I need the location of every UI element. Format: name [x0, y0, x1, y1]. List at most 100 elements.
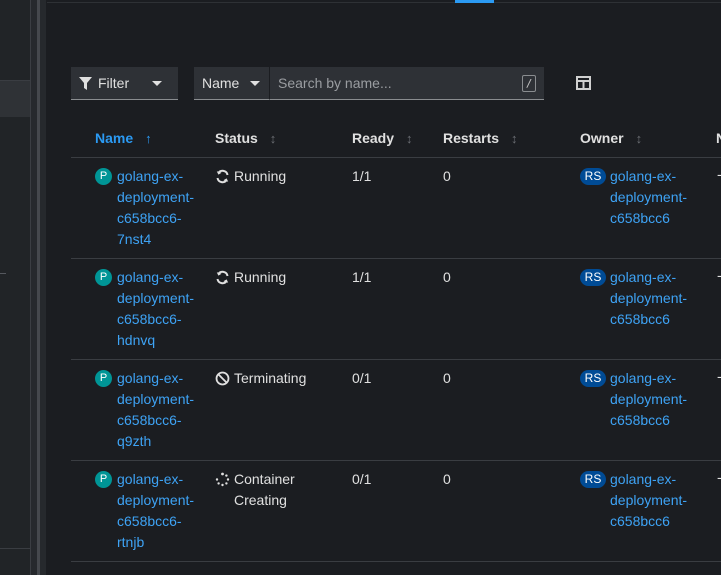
owner-name-line: c658bcc6	[610, 311, 670, 327]
status-line: Running	[234, 269, 287, 285]
status-line: Terminating	[234, 370, 307, 386]
manage-columns-icon[interactable]	[576, 76, 591, 90]
next-column-value: -	[717, 267, 721, 283]
caret-down-icon	[152, 80, 162, 86]
owner-link[interactable]: golang-ex-deployment-c658bcc6	[610, 267, 687, 330]
nav-tick	[0, 273, 6, 274]
owner-name-line: c658bcc6	[610, 513, 670, 529]
left-nav-panel	[0, 0, 30, 575]
ready-count: 1/1	[352, 168, 372, 184]
search-box: /	[269, 67, 544, 100]
spinner-icon	[215, 472, 230, 487]
pod-name-link[interactable]: golang-ex-deployment-c658bcc6- 7nst4	[117, 166, 194, 250]
panel-resize-handle[interactable]	[30, 0, 46, 575]
owner-name-line: golang-ex-	[610, 269, 677, 285]
active-tab-indicator	[455, 0, 494, 3]
pod-name-link[interactable]: golang-ex-deployment-c658bcc6- hdnvq	[117, 267, 194, 351]
column-header-next[interactable]: N	[716, 130, 721, 146]
next-column-value: -	[717, 469, 721, 485]
filter-dropdown-button[interactable]: Filter	[71, 67, 178, 100]
sort-icon: ↕	[511, 130, 518, 146]
pod-name-link[interactable]: golang-ex-deployment-c658bcc6- rtnjb	[117, 469, 194, 553]
nav-selected-item[interactable]	[0, 81, 30, 117]
status-text: Container Creating	[234, 469, 295, 511]
pod-name-line: hdnvq	[117, 332, 156, 348]
owner-link[interactable]: golang-ex-deployment-c658bcc6	[610, 469, 687, 532]
main-content: Filter Name / Name ↑ Status ↕ Ready ↕ Re…	[47, 0, 721, 575]
pod-name-line: c658bcc6-	[117, 513, 182, 529]
status-line: Creating	[234, 492, 287, 508]
sort-icon: ↕	[635, 130, 643, 146]
pod-name-line: deployment-	[117, 290, 195, 306]
column-header-owner[interactable]: Owner ↕	[580, 130, 642, 146]
pod-resource-badge: P	[95, 168, 112, 185]
restart-count: 0	[443, 168, 451, 184]
filter-label: Filter	[98, 75, 130, 91]
filter-icon	[79, 76, 92, 90]
restart-count: 0	[443, 269, 451, 285]
restart-count: 0	[443, 370, 451, 386]
owner-name-line: deployment-	[610, 492, 688, 508]
owner-name-line: deployment-	[610, 391, 688, 407]
replicaset-resource-badge: RS	[580, 370, 606, 387]
owner-name-line: deployment-	[610, 189, 688, 205]
pod-name-line: golang-ex-	[117, 168, 184, 184]
sort-ascending-icon: ↑	[145, 130, 152, 146]
row-divider	[71, 258, 721, 259]
pod-resource-badge: P	[95, 269, 112, 286]
ban-icon	[215, 371, 230, 386]
status-text: Terminating	[234, 368, 306, 389]
tab-bar	[47, 0, 721, 3]
pod-resource-badge: P	[95, 471, 112, 488]
row-divider	[71, 561, 721, 562]
column-header-status[interactable]: Status ↕	[215, 130, 276, 146]
keyboard-shortcut-hint: /	[522, 75, 536, 92]
status-text: Running	[234, 267, 286, 288]
caret-down-icon	[250, 80, 260, 86]
column-header-label: Name	[95, 130, 134, 146]
owner-name-line: c658bcc6	[610, 210, 670, 226]
column-header-name[interactable]: Name ↑	[95, 130, 152, 146]
filter-attribute-value: Name	[202, 75, 240, 91]
pod-name-line: deployment-	[117, 391, 195, 407]
column-header-label: N	[716, 130, 721, 146]
pod-name-line: c658bcc6-	[117, 311, 182, 327]
next-column-value: -	[717, 166, 721, 182]
sync-icon	[215, 169, 230, 184]
ready-count: 0/1	[352, 370, 372, 386]
owner-link[interactable]: golang-ex-deployment-c658bcc6	[610, 166, 687, 229]
owner-name-line: deployment-	[610, 290, 688, 306]
resize-grip[interactable]	[37, 0, 40, 575]
column-header-ready[interactable]: Ready ↕	[352, 130, 413, 146]
filter-attribute-select[interactable]: Name	[194, 67, 269, 100]
status-line: Container	[234, 471, 295, 487]
owner-name-line: c658bcc6	[610, 412, 670, 428]
row-divider	[71, 359, 721, 360]
row-divider	[71, 460, 721, 461]
header-divider	[71, 157, 721, 158]
nav-divider	[0, 548, 30, 549]
pod-resource-badge: P	[95, 370, 112, 387]
pod-name-line: golang-ex-	[117, 269, 184, 285]
column-header-label: Owner	[580, 130, 624, 146]
owner-link[interactable]: golang-ex-deployment-c658bcc6	[610, 368, 687, 431]
pod-name-line: rtnjb	[117, 534, 145, 550]
pod-name-link[interactable]: golang-ex-deployment-c658bcc6- q9zth	[117, 368, 194, 452]
sync-icon	[215, 270, 230, 285]
column-header-label: Status	[215, 130, 258, 146]
sort-icon: ↕	[406, 130, 413, 146]
pod-name-line: c658bcc6-	[117, 412, 182, 428]
column-header-restarts[interactable]: Restarts ↕	[443, 130, 518, 146]
pod-name-line: q9zth	[117, 433, 152, 449]
pod-name-line: c658bcc6-	[117, 210, 182, 226]
search-input[interactable]	[270, 75, 510, 91]
status-line: Running	[234, 168, 287, 184]
replicaset-resource-badge: RS	[580, 269, 606, 286]
column-header-label: Restarts	[443, 130, 500, 146]
toolbar: Filter Name /	[71, 67, 544, 100]
ready-count: 0/1	[352, 471, 372, 487]
pod-name-line: deployment-	[117, 492, 195, 508]
next-column-value: -	[717, 368, 721, 384]
pod-name-line: deployment-	[117, 189, 195, 205]
replicaset-resource-badge: RS	[580, 471, 606, 488]
